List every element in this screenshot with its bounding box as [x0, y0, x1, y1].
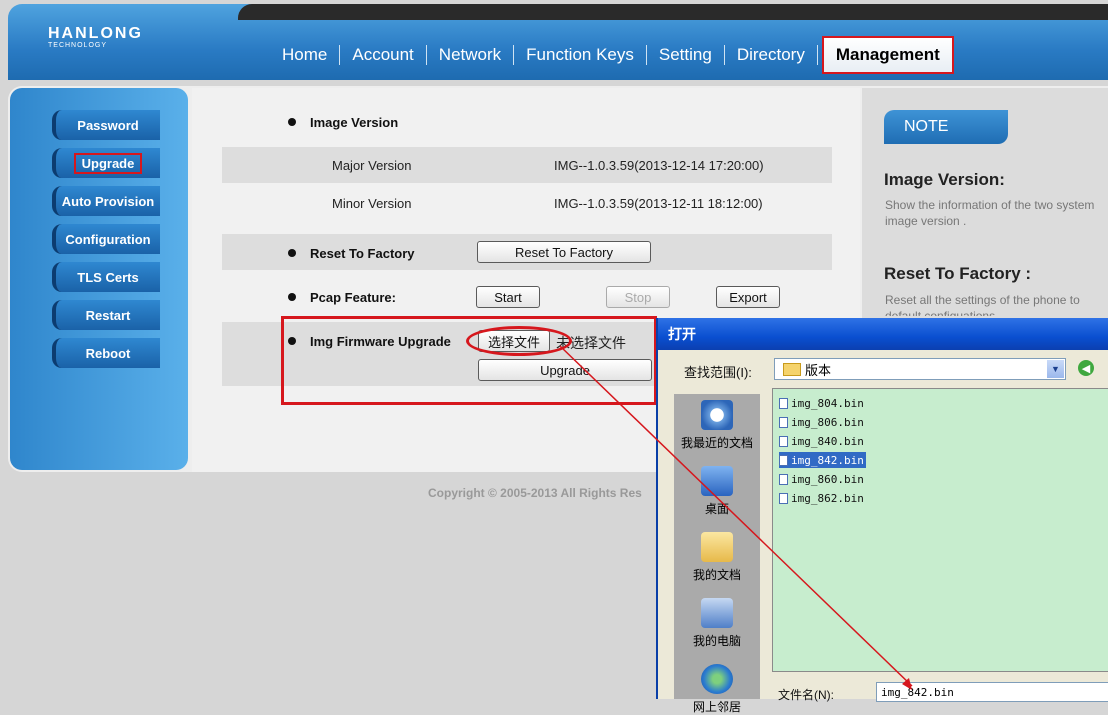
dialog-title-bar[interactable]: 打开 [658, 318, 1108, 350]
sidebar-item-restart[interactable]: Restart [52, 300, 160, 330]
back-icon[interactable]: ◀ [1078, 360, 1094, 376]
major-version-label: Major Version [332, 158, 412, 173]
nav-divider [816, 45, 818, 65]
network-icon [701, 664, 733, 694]
major-version-value: IMG--1.0.3.59(2013-12-14 17:20:00) [554, 158, 764, 173]
file-name: img_840.bin [791, 434, 864, 448]
file-name: img_860.bin [791, 472, 864, 486]
filename-label: 文件名(N): [778, 688, 834, 702]
place-recent-docs[interactable]: 我最近的文档 [674, 400, 760, 451]
file-item[interactable]: img_860.bin [779, 471, 866, 487]
look-in-dropdown[interactable]: 版本 ▼ [774, 358, 1066, 380]
filename-input[interactable]: img_842.bin [876, 682, 1108, 702]
file-icon [779, 416, 788, 428]
nav-management[interactable]: Management [821, 36, 954, 74]
chevron-down-icon[interactable]: ▼ [1047, 360, 1064, 378]
nav-directory[interactable]: Directory [725, 42, 817, 68]
file-icon [779, 492, 788, 504]
minor-version-value: IMG--1.0.3.59(2013-12-11 18:12:00) [554, 196, 763, 211]
header-dark-strip [238, 4, 1108, 20]
file-item-selected[interactable]: img_842.bin [779, 452, 866, 468]
note-heading-image-version: Image Version: [884, 170, 1005, 189]
places-bar: 我最近的文档 桌面 我的文档 我的电脑 网上邻居 [674, 394, 760, 714]
pcap-export-button[interactable]: Export [716, 286, 780, 308]
sidebar-item-label: Password [77, 117, 139, 133]
sidebar-item-upgrade[interactable]: Upgrade [52, 148, 160, 178]
place-label: 我的电脑 [692, 634, 741, 648]
sidebar-item-configuration[interactable]: Configuration [52, 224, 160, 254]
desktop-icon [701, 466, 733, 496]
place-desktop[interactable]: 桌面 [674, 466, 760, 517]
file-icon [779, 454, 788, 466]
look-in-value: 版本 [805, 362, 832, 378]
place-network[interactable]: 网上邻居 [674, 664, 760, 715]
brand-logo: HANLONG TECHNOLOGY [48, 25, 143, 50]
folder-icon [783, 362, 801, 376]
sidebar-item-reboot[interactable]: Reboot [52, 338, 160, 368]
note-heading-reset: Reset To Factory : [884, 264, 1032, 283]
file-name: img_862.bin [791, 491, 864, 505]
file-open-dialog: 打开 查找范围(I): 版本 ▼ ◀ 我最近的文档 桌面 我的文档 我的电脑 网… [656, 318, 1108, 714]
my-documents-icon [701, 532, 733, 562]
sidebar-item-label: Restart [85, 307, 131, 323]
bullet-icon [288, 118, 296, 126]
reset-factory-label: Reset To Factory [310, 246, 415, 261]
note-text-reset: Reset all the settings of the phone to d… [885, 293, 1080, 316]
pcap-start-button[interactable]: Start [476, 286, 540, 308]
file-item[interactable]: img_806.bin [779, 414, 866, 430]
my-computer-icon [701, 598, 733, 628]
top-nav: Home Account Network Function Keys Setti… [270, 36, 954, 74]
sidebar-item-label: Upgrade [73, 152, 143, 174]
recent-docs-icon [701, 400, 733, 430]
sidebar-item-label: Configuration [65, 231, 151, 247]
place-label: 我最近的文档 [680, 436, 753, 450]
place-label: 我的文档 [692, 568, 741, 582]
file-icon [779, 397, 788, 409]
pcap-label: Pcap Feature: [310, 290, 396, 305]
nav-home[interactable]: Home [270, 42, 339, 68]
file-item[interactable]: img_804.bin [779, 395, 866, 411]
sidebar-item-label: Auto Provision [61, 193, 155, 209]
file-icon [779, 435, 788, 447]
file-name: img_842.bin [791, 453, 864, 467]
note-text-image-version: Show the information of the two system i… [885, 198, 1095, 228]
sidebar-item-label: Reboot [85, 345, 131, 361]
nav-account[interactable]: Account [340, 42, 425, 68]
file-item[interactable]: img_840.bin [779, 433, 866, 449]
sidebar-item-password[interactable]: Password [52, 110, 160, 140]
place-label: 网上邻居 [692, 700, 741, 714]
file-icon [779, 473, 788, 485]
file-list: img_804.bin img_806.bin img_840.bin img_… [772, 388, 1108, 672]
sidebar-item-auto-provision[interactable]: Auto Provision [52, 186, 160, 216]
place-label: 桌面 [704, 502, 729, 516]
place-my-documents[interactable]: 我的文档 [674, 532, 760, 583]
note-badge: NOTE [884, 110, 1008, 144]
file-name: img_806.bin [791, 415, 864, 429]
sidebar-item-tls-certs[interactable]: TLS Certs [52, 262, 160, 292]
nav-network[interactable]: Network [427, 42, 513, 68]
bullet-icon [288, 249, 296, 257]
image-version-label: Image Version [310, 115, 399, 130]
bullet-icon [288, 293, 296, 301]
place-my-computer[interactable]: 我的电脑 [674, 598, 760, 649]
sidebar-item-label: TLS Certs [77, 269, 139, 285]
pcap-stop-button[interactable]: Stop [606, 286, 670, 308]
annotation-highlight-oval [466, 326, 572, 356]
copyright-text: Copyright © 2005-2013 All Rights Res [428, 486, 642, 500]
annotation-highlight-box [281, 316, 657, 405]
file-name: img_804.bin [791, 396, 864, 410]
brand-name: HANLONG [48, 25, 143, 42]
reset-factory-button[interactable]: Reset To Factory [477, 241, 651, 263]
nav-setting[interactable]: Setting [647, 42, 724, 68]
nav-function-keys[interactable]: Function Keys [514, 42, 646, 68]
file-item[interactable]: img_862.bin [779, 490, 866, 506]
look-in-label: 查找范围(I): [684, 365, 752, 380]
brand-tagline: TECHNOLOGY [48, 42, 108, 49]
minor-version-label: Minor Version [332, 196, 412, 211]
